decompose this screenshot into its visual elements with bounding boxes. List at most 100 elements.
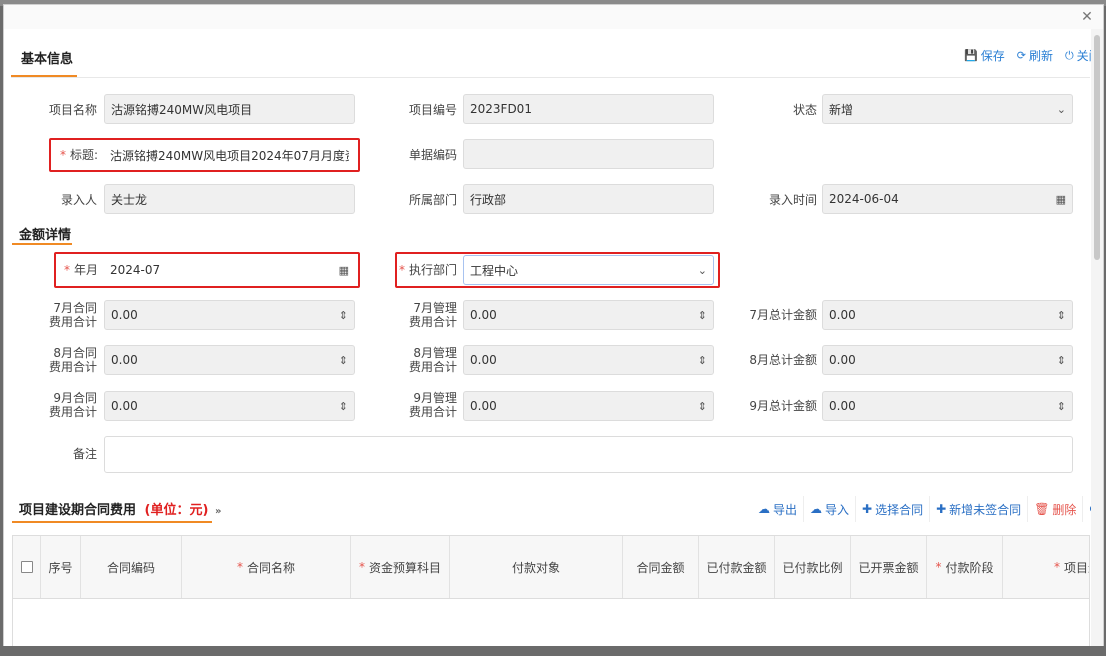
entry-time-label: 录入时间 — [768, 193, 817, 207]
subject-label: * 标题: — [59, 148, 98, 162]
contracts-title: 项目建设期合同费用 — [19, 503, 137, 518]
basic-toolbar: 💾 保存 ⟳ 刷新 ⏻ 关闭 — [964, 47, 1101, 64]
contract-8-label: 8月合同 费用合计 — [48, 346, 97, 374]
year-month-label: * 年月 — [63, 263, 98, 277]
contracts-toolbar: ☁导出 ☁导入 ✚选择合同 ✚新增未签合同 🗑删除 ⟳刷新 — [752, 496, 1103, 522]
column-header[interactable]: * 付款阶段 — [927, 536, 1003, 598]
contract-7-field[interactable]: 0.00 ⇕ — [104, 300, 355, 330]
mgmt-7-label: 7月管理 费用合计 — [408, 301, 457, 329]
project-name-label: 项目名称 — [48, 103, 97, 117]
amount-title: 金额详情 — [19, 228, 72, 243]
total-7-label: 7月总计金额 — [749, 308, 817, 322]
import-button[interactable]: ☁ 导入 — [804, 496, 857, 522]
refresh-button[interactable]: ⟳ 刷新 — [1017, 47, 1053, 64]
department-label: 所属部门 — [408, 193, 457, 207]
power-icon: ⏻ — [1064, 48, 1074, 62]
column-header[interactable]: * 资金预算科目 — [351, 536, 450, 598]
delete-button[interactable]: 🗑 删除 — [1028, 496, 1084, 522]
total-9-field[interactable]: 0.00 ⇕ — [822, 391, 1073, 421]
basic-info-underline — [11, 75, 77, 77]
stepper-icon: ⇕ — [697, 308, 707, 322]
subject-field[interactable]: 沽源铭搏240MW风电项目2024年07月月度资金计划 — [104, 140, 355, 170]
stepper-icon: ⇕ — [338, 399, 348, 413]
entered-by-field[interactable]: 关士龙 — [104, 184, 355, 214]
column-header[interactable]: *项目进展 — [1003, 536, 1089, 598]
column-header[interactable]: 付款对象 — [450, 536, 623, 598]
contract-9-field[interactable]: 0.00 ⇕ — [104, 391, 355, 421]
total-9-label: 9月总计金额 — [749, 399, 817, 413]
column-header[interactable]: 合同金额 — [623, 536, 699, 598]
cloud-download-icon: ☁ — [758, 502, 770, 516]
basic-info-header — [11, 35, 1090, 78]
column-header[interactable]: 已开票金额 — [851, 536, 927, 598]
exec-dept-label: * 执行部门 — [398, 263, 457, 277]
column-header[interactable]: 已付款金额 — [699, 536, 775, 598]
save-button[interactable]: 💾 保存 — [964, 47, 1005, 64]
table-header: 序号 合同编码 * 合同名称 * 资金预算科目 付款对象 合同金额 已付款金额 已付… — [13, 536, 1089, 599]
column-header[interactable]: 合同编码 — [81, 536, 182, 598]
total-7-field[interactable]: 0.00 ⇕ — [822, 300, 1073, 330]
column-header[interactable]: * 合同名称 — [182, 536, 351, 598]
basic-info-title: 基本信息 — [21, 52, 74, 67]
project-name-field[interactable]: 沽源铭搏240MW风电项目 — [104, 94, 355, 124]
background-window-bottom — [0, 646, 1106, 656]
calendar-icon: ▦ — [338, 263, 349, 277]
cloud-upload-icon: ☁ — [810, 502, 823, 516]
department-field[interactable]: 行政部 — [463, 184, 714, 214]
export-button[interactable]: ☁ 导出 — [752, 496, 805, 522]
column-header[interactable]: 已付款比例 — [775, 536, 851, 598]
chevron-down-icon: ⌄ — [1056, 102, 1066, 116]
contracts-title-group: 项目建设期合同费用 (单位：元) » — [19, 499, 221, 518]
mgmt-9-field[interactable]: 0.00 ⇕ — [463, 391, 714, 421]
contracts-table: 序号 合同编码 * 合同名称 * 资金预算科目 付款对象 合同金额 已付款金额 已付… — [12, 535, 1090, 649]
stepper-icon: ⇕ — [1056, 308, 1066, 322]
contract-7-label: 7月合同 费用合计 — [48, 301, 97, 329]
refresh-icon: ⟳ — [1016, 49, 1026, 62]
mgmt-7-field[interactable]: 0.00 ⇕ — [463, 300, 714, 330]
remark-label: 备注 — [72, 447, 97, 461]
contracts-underline — [12, 521, 212, 523]
mgmt-8-label: 8月管理 费用合计 — [408, 346, 457, 374]
mgmt-8-field[interactable]: 0.00 ⇕ — [463, 345, 714, 375]
contract-9-label: 9月合同 费用合计 — [48, 391, 97, 419]
plus-icon: ✚ — [936, 502, 947, 516]
year-month-field[interactable]: 2024-07 ▦ — [104, 255, 355, 285]
plus-icon: ✚ — [862, 502, 873, 516]
doc-no-field[interactable] — [463, 139, 714, 169]
add-unsigned-contract-button[interactable]: ✚ 新增未签合同 — [930, 496, 1029, 522]
project-no-field[interactable]: 2023FD01 — [463, 94, 714, 124]
entered-by-label: 录入人 — [60, 193, 97, 207]
select-all-checkbox[interactable] — [20, 561, 33, 573]
dialog-titlebar: ✕ — [4, 5, 1103, 29]
stepper-icon: ⇕ — [697, 399, 707, 413]
contract-8-field[interactable]: 0.00 ⇕ — [104, 345, 355, 375]
contracts-unit: (单位：元) — [144, 503, 209, 518]
calendar-icon: ▦ — [1055, 192, 1066, 206]
stepper-icon: ⇕ — [338, 308, 348, 322]
doc-no-label: 单据编码 — [408, 148, 457, 162]
status-label: 状态 — [792, 103, 817, 117]
stepper-icon: ⇕ — [1056, 399, 1066, 413]
double-chevron-down-icon[interactable]: » — [215, 506, 221, 517]
trash-icon: 🗑 — [1034, 502, 1050, 516]
save-icon: 💾 — [964, 49, 978, 62]
select-contract-button[interactable]: ✚ 选择合同 — [856, 496, 931, 522]
mgmt-9-label: 9月管理 费用合计 — [408, 391, 457, 419]
amount-underline — [12, 243, 72, 245]
select-all-cell — [13, 536, 41, 598]
exec-dept-select[interactable]: 工程中心 ⌄ — [463, 255, 714, 285]
remark-textarea[interactable] — [104, 436, 1073, 473]
project-no-label: 项目编号 — [408, 103, 457, 117]
status-select[interactable]: 新增 ⌄ — [822, 94, 1073, 124]
stepper-icon: ⇕ — [338, 353, 348, 367]
scrollbar-thumb[interactable] — [1094, 35, 1100, 260]
entry-time-field[interactable]: 2024-06-04 ▦ — [822, 184, 1073, 214]
dialog-scrollbar[interactable] — [1091, 29, 1103, 653]
stepper-icon: ⇕ — [697, 353, 707, 367]
total-8-field[interactable]: 0.00 ⇕ — [822, 345, 1073, 375]
fund-plan-dialog: ✕ 基本信息 💾 保存 ⟳ 刷新 ⏻ 关闭 项目名称 沽源铭搏240MW风电项目… — [3, 4, 1104, 654]
total-8-label: 8月总计金额 — [749, 353, 817, 367]
column-header[interactable]: 序号 — [41, 536, 81, 598]
close-icon[interactable]: ✕ — [1079, 8, 1095, 24]
chevron-down-icon: ⌄ — [697, 263, 707, 277]
